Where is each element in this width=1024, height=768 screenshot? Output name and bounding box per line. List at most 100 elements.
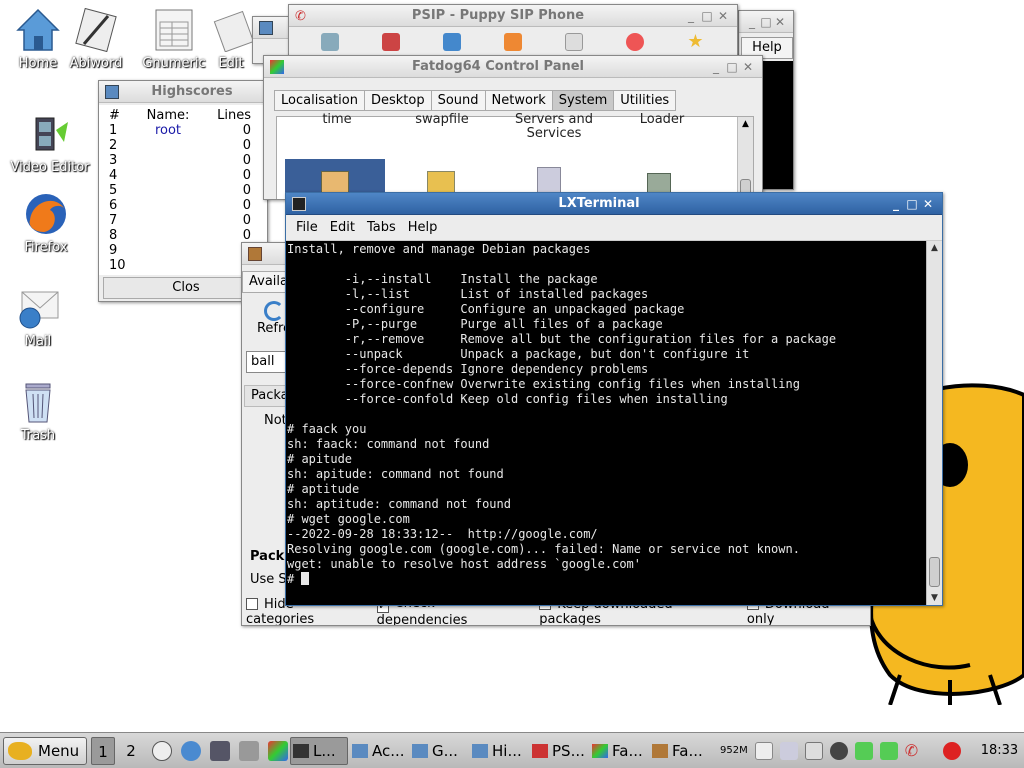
desktop-icon-firefox[interactable]: Firefox bbox=[8, 192, 84, 255]
tab-desktop[interactable]: Desktop bbox=[363, 90, 432, 111]
close-icon[interactable]: ✕ bbox=[773, 15, 787, 29]
checkbox[interactable] bbox=[246, 598, 258, 610]
highscores-titlebar[interactable]: Highscores bbox=[99, 81, 267, 103]
cell-name bbox=[131, 153, 205, 168]
desktop-icon-edit[interactable]: Edit bbox=[206, 8, 256, 71]
terminal-icon bbox=[293, 743, 309, 758]
desktop-icon-trash[interactable]: Trash bbox=[0, 380, 76, 443]
menu-help[interactable]: Help bbox=[402, 220, 444, 235]
psip-titlebar[interactable]: ✆ PSIP - Puppy SIP Phone _ □ ✕ bbox=[289, 5, 737, 27]
monitor-icon[interactable] bbox=[210, 740, 230, 761]
task-package-manager[interactable]: Fa... bbox=[650, 737, 708, 765]
item-swapfile[interactable]: swapfile bbox=[407, 113, 477, 127]
tools-icon[interactable] bbox=[320, 33, 339, 51]
window-icon bbox=[259, 20, 273, 35]
control-panel-titlebar[interactable]: Fatdog64 Control Panel _ □ ✕ bbox=[264, 56, 762, 78]
close-icon[interactable]: ✕ bbox=[715, 9, 731, 23]
table-row: 40 bbox=[99, 168, 267, 183]
desktop-icon-label: Trash bbox=[20, 428, 56, 443]
trash-icon bbox=[16, 380, 60, 424]
menu-edit[interactable]: Edit bbox=[324, 220, 361, 235]
globe-icon[interactable] bbox=[181, 740, 201, 761]
minimize-icon[interactable]: _ bbox=[708, 60, 724, 74]
menu-tabs[interactable]: Tabs bbox=[361, 220, 402, 235]
maximize-icon[interactable]: □ bbox=[724, 60, 740, 74]
tab-system[interactable]: System bbox=[551, 90, 615, 111]
desktop-icon-abiword[interactable]: Abiword bbox=[58, 7, 134, 71]
clipboard-icon[interactable] bbox=[754, 741, 773, 760]
task-highscores[interactable]: Hi... bbox=[470, 737, 528, 765]
download-icon[interactable] bbox=[152, 740, 172, 761]
network-connected-icon[interactable] bbox=[879, 741, 898, 760]
terminal-line: -P,--purge Purge all files of a package bbox=[287, 317, 663, 331]
loader-icon[interactable] bbox=[647, 173, 671, 193]
terminal-prompt-line[interactable]: # bbox=[287, 572, 926, 587]
refresh-icon[interactable] bbox=[442, 33, 461, 51]
menu-file[interactable]: File bbox=[290, 220, 324, 235]
terminal-output[interactable]: Install, remove and manage Debian packag… bbox=[286, 241, 926, 605]
task-window-3[interactable]: G... bbox=[410, 737, 468, 765]
control-panel-window[interactable]: Fatdog64 Control Panel _ □ ✕ Localisatio… bbox=[263, 55, 763, 200]
tab-utilities[interactable]: Utilities bbox=[613, 90, 677, 111]
cell-lines: 0 bbox=[242, 138, 251, 153]
document-icon[interactable] bbox=[565, 33, 584, 51]
item-servers[interactable]: Servers and Services bbox=[499, 113, 609, 141]
item-loader[interactable]: Loader bbox=[627, 113, 697, 127]
maximize-icon[interactable]: □ bbox=[699, 9, 715, 23]
close-icon[interactable]: ✕ bbox=[920, 197, 936, 211]
scroll-thumb[interactable] bbox=[929, 557, 940, 587]
window-icon bbox=[472, 743, 488, 758]
task-window-2[interactable]: Ac... bbox=[350, 737, 408, 765]
phone-icon[interactable]: ✆ bbox=[905, 741, 923, 760]
desktop-icon-gnumeric[interactable]: Gnumeric bbox=[136, 8, 212, 71]
cell-rank: 2 bbox=[109, 138, 118, 153]
minimize-icon[interactable]: _ bbox=[745, 15, 759, 29]
window-titlebar[interactable] bbox=[253, 17, 291, 39]
minimize-icon[interactable]: _ bbox=[683, 9, 699, 23]
task-control-panel[interactable]: Fa... bbox=[590, 737, 648, 765]
phone-icon bbox=[532, 743, 548, 758]
terminal-titlebar[interactable]: LXTerminal _ □ ✕ bbox=[286, 193, 942, 215]
network-connected-icon[interactable] bbox=[854, 741, 873, 760]
cell-name bbox=[131, 138, 205, 153]
control-panel-scrollbar[interactable]: ▲ bbox=[737, 117, 753, 199]
keyboard-icon[interactable] bbox=[779, 741, 798, 760]
help-titlebar[interactable]: _ □ ✕ bbox=[739, 11, 793, 33]
desktop-icon-mail[interactable]: Mail bbox=[0, 286, 76, 349]
lifebuoy-icon[interactable] bbox=[626, 33, 645, 51]
refresh-icon bbox=[264, 301, 284, 321]
scroll-up-icon[interactable]: ▲ bbox=[927, 241, 942, 255]
workspace-1[interactable]: 1 bbox=[91, 736, 115, 765]
table-row: 20 bbox=[99, 138, 267, 153]
star-icon[interactable]: ★ bbox=[687, 33, 705, 51]
network-icon[interactable] bbox=[829, 741, 848, 760]
close-icon[interactable]: ✕ bbox=[740, 60, 756, 74]
menu-label: Menu bbox=[38, 741, 80, 760]
minimize-icon[interactable]: _ bbox=[888, 197, 904, 211]
exit-icon[interactable] bbox=[381, 33, 400, 51]
cell-lines: 0 bbox=[242, 153, 251, 168]
desktop-icon-video-editor[interactable]: Video Editor bbox=[10, 112, 90, 175]
menu-button[interactable]: Menu bbox=[3, 736, 87, 765]
maximize-icon[interactable]: □ bbox=[904, 197, 920, 211]
terminal-line: sh: aptitude: command not found bbox=[287, 497, 511, 511]
tab-network[interactable]: Network bbox=[484, 90, 553, 111]
lxterminal-window[interactable]: LXTerminal _ □ ✕ File Edit Tabs Help Ins… bbox=[285, 192, 943, 606]
terminal-scrollbar[interactable]: ▲ ▼ bbox=[926, 241, 942, 605]
tab-sound[interactable]: Sound bbox=[430, 90, 486, 111]
scroll-down-icon[interactable]: ▼ bbox=[927, 591, 942, 605]
disk-icon[interactable] bbox=[239, 740, 259, 761]
tab-localisation[interactable]: Localisation bbox=[274, 90, 365, 111]
maximize-icon[interactable]: □ bbox=[759, 15, 773, 29]
workspace-2[interactable]: 2 bbox=[119, 737, 143, 765]
terminal-line: wget: unable to resolve host address `go… bbox=[287, 557, 642, 571]
hand-icon[interactable] bbox=[503, 33, 522, 51]
psip-window[interactable]: ✆ PSIP - Puppy SIP Phone _ □ ✕ ★ bbox=[288, 4, 738, 59]
item-time[interactable]: time bbox=[307, 113, 367, 127]
task-terminal[interactable]: L... bbox=[290, 736, 348, 765]
stop-icon[interactable] bbox=[942, 741, 961, 760]
task-psip[interactable]: PS... bbox=[530, 737, 588, 765]
battery-icon[interactable] bbox=[804, 741, 823, 760]
cube-icon[interactable] bbox=[268, 740, 288, 761]
